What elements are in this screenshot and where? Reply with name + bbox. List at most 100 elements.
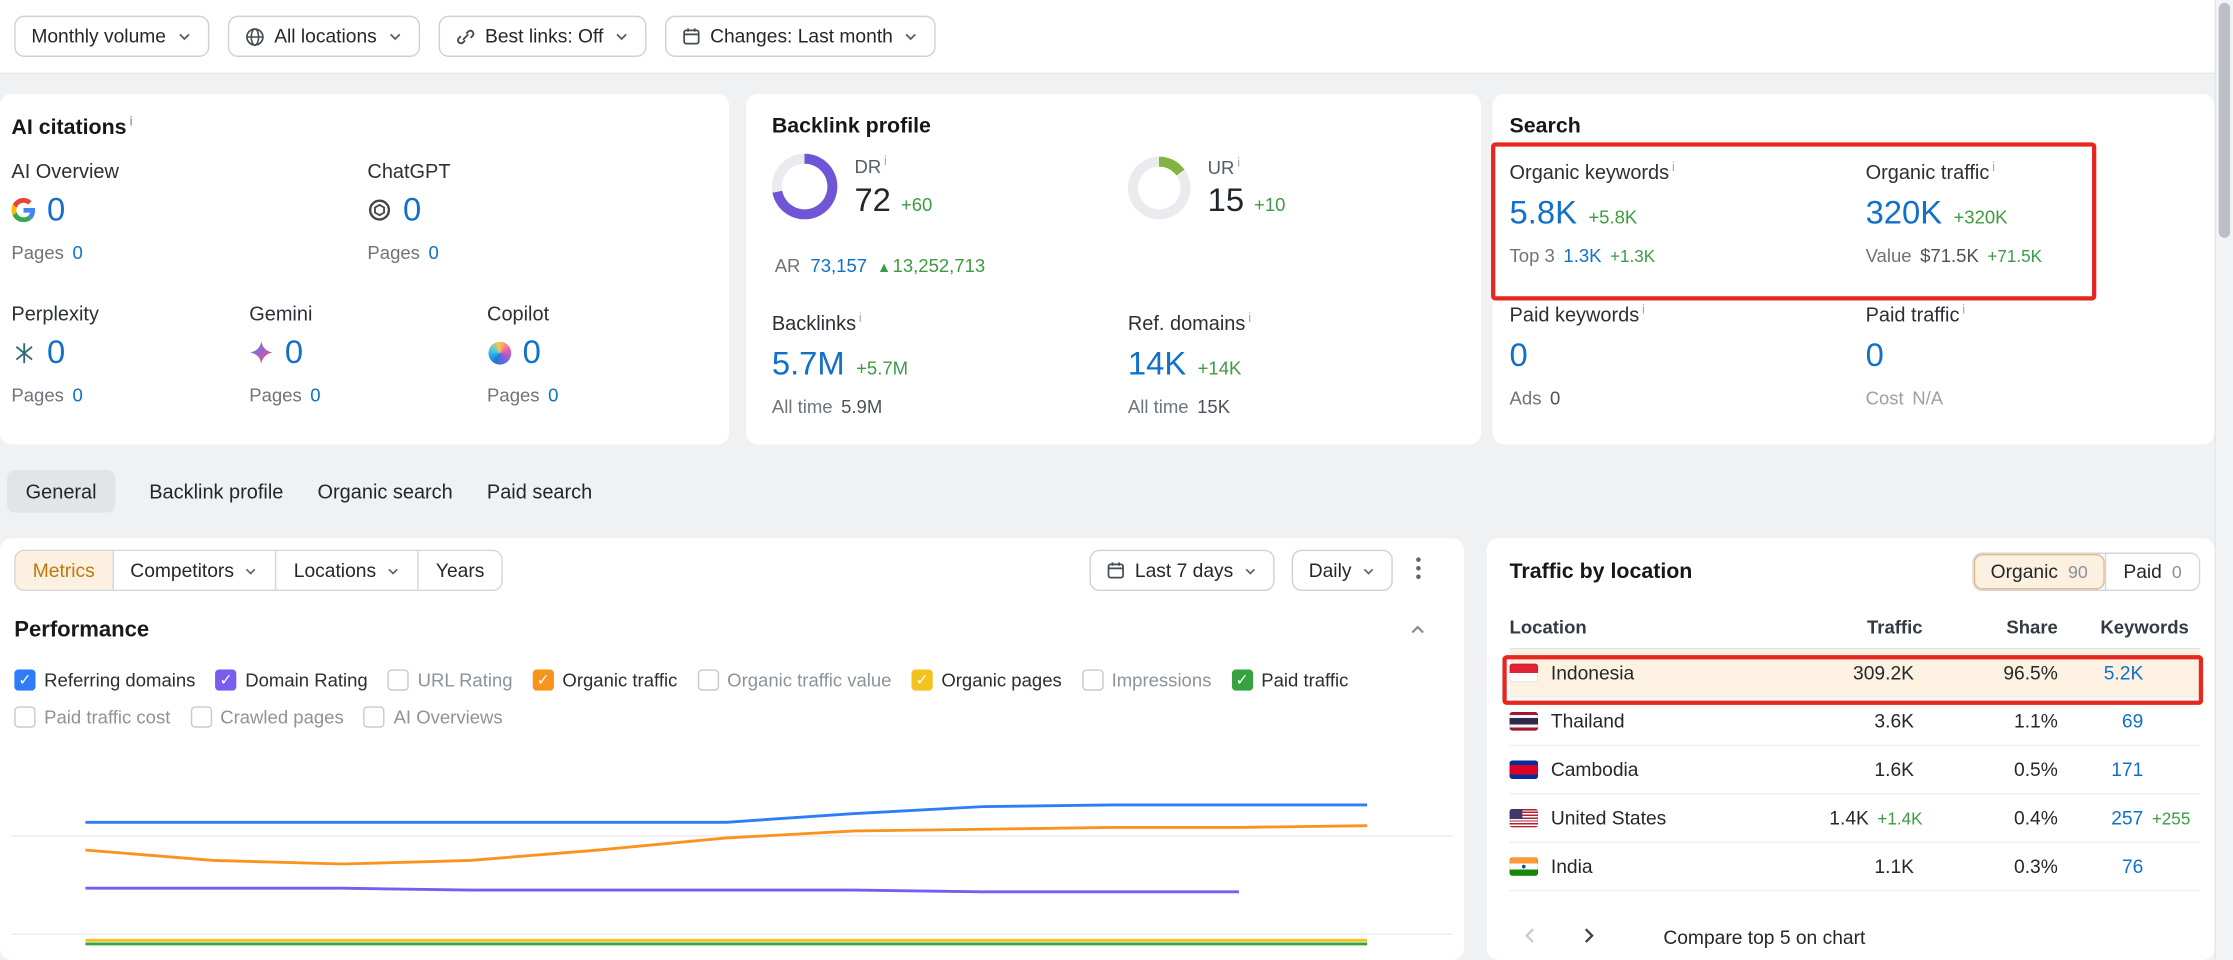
ai-citations-count[interactable]: 0 (47, 191, 65, 229)
ai-citation-item-ai-overview: AI Overview 0 Pages0 (11, 159, 367, 263)
tab-organic-search[interactable]: Organic search (318, 470, 453, 513)
best-links-dropdown[interactable]: Best links: Off (438, 16, 646, 57)
country-name: Cambodia (1551, 759, 1639, 780)
locations-filter-dropdown[interactable]: All locations (227, 16, 419, 57)
traffic-by-location-header: Traffic by location Organic 90 Paid 0 (1510, 553, 2201, 591)
table-row-cambodia[interactable]: Cambodia 1.6K 0.5% 171 (1510, 746, 2201, 794)
metric-checkbox-url-rating[interactable]: URL Rating (388, 669, 513, 690)
metric-checkbox-paid-traffic-cost[interactable]: Paid traffic cost (14, 706, 170, 727)
table-row-india[interactable]: India 1.1K 0.3% 76 (1510, 843, 2201, 891)
ref-domains-delta: +14K (1198, 357, 1242, 378)
table-row-united-states[interactable]: United States 1.4K+1.4K 0.4% 257+255 (1510, 795, 2201, 843)
ur-delta: +10 (1254, 194, 1285, 215)
metrics-tab[interactable]: Metrics (16, 551, 112, 589)
pages-count[interactable]: 0 (72, 242, 82, 263)
locations-dropdown[interactable]: Locations (275, 551, 417, 589)
country-name: India (1551, 856, 1593, 877)
ref-domains-stat: Ref. domainsi 14K+14K All time15K (1128, 310, 1470, 416)
metric-toggles: Referring domains Domain Rating URL Rati… (14, 669, 1444, 743)
tab-general[interactable]: General (7, 470, 115, 513)
ai-citations-count[interactable]: 0 (523, 333, 541, 371)
backlink-profile-title: Backlink profile (772, 114, 931, 138)
column-header-share[interactable]: Share (1923, 617, 2058, 638)
ai-source-label: Gemini (249, 302, 487, 325)
more-options-button[interactable] (1410, 551, 1427, 589)
tab-backlink-profile[interactable]: Backlink profile (149, 470, 283, 513)
paid-traffic-value[interactable]: 0 (1866, 336, 1884, 374)
ai-citations-count[interactable]: 0 (403, 191, 421, 229)
ar-value[interactable]: 73,157 (810, 255, 867, 276)
chart-view-controls: Metrics Competitors Locations Years (14, 550, 503, 591)
traffic-value: 3.6K (1874, 711, 1914, 732)
monthly-volume-dropdown[interactable]: Monthly volume (14, 16, 208, 57)
table-row-indonesia[interactable]: Indonesia 309.2K 96.5% 5.2K (1510, 649, 2201, 697)
metric-checkbox-organic-pages[interactable]: Organic pages (911, 669, 1061, 690)
url-rating-donut (1128, 156, 1191, 219)
tab-paid-search[interactable]: Paid search (487, 470, 592, 513)
granularity-dropdown[interactable]: Daily (1292, 550, 1393, 591)
collapse-section-button[interactable] (1408, 621, 1427, 644)
column-header-traffic[interactable]: Traffic (1737, 617, 1922, 638)
column-header-keywords[interactable]: Keywords (2058, 617, 2200, 638)
metric-checkbox-impressions[interactable]: Impressions (1082, 669, 1212, 690)
info-icon: i (1237, 155, 1240, 169)
metric-checkbox-ai-overviews[interactable]: AI Overviews (364, 706, 503, 727)
organic-keywords-value[interactable]: 5.8K (1510, 193, 1577, 231)
paid-keywords-value[interactable]: 0 (1510, 336, 1528, 374)
share-value: 96.5% (1923, 662, 2058, 683)
pages-count[interactable]: 0 (72, 385, 82, 406)
ar-delta: ▲13,252,713 (877, 255, 985, 276)
ai-source-label: ChatGPT (367, 159, 723, 182)
organic-traffic-label: Organic traffici (1866, 159, 2208, 183)
years-tab[interactable]: Years (417, 551, 501, 589)
domain-rating-donut (772, 154, 838, 220)
all-time-value: 5.9M (841, 395, 882, 416)
backlink-profile-card: Backlink profile DRi 72+60 URi 15+10 AR … (746, 94, 1481, 444)
backlinks-stat: Backlinksi 5.7M+5.7M All time5.9M (772, 310, 1114, 416)
metric-checkbox-referring-domains[interactable]: Referring domains (14, 669, 195, 690)
globe-icon (244, 26, 264, 46)
scrollbar-thumb[interactable] (2219, 3, 2230, 238)
performance-chart[interactable] (0, 760, 1464, 959)
us-flag-icon (1510, 809, 1538, 828)
ai-citations-count[interactable]: 0 (285, 333, 303, 371)
keywords-link[interactable]: 257 (2086, 807, 2143, 828)
ai-citations-count[interactable]: 0 (47, 333, 65, 371)
pages-count[interactable]: 0 (548, 385, 558, 406)
checkbox-icon (388, 669, 409, 690)
column-header-location[interactable]: Location (1510, 617, 1738, 638)
metric-checkbox-crawled-pages[interactable]: Crawled pages (190, 706, 343, 727)
compare-top5-link[interactable]: Compare top 5 on chart (1663, 927, 1865, 948)
pages-count[interactable]: 0 (428, 242, 438, 263)
thailand-flag-icon (1510, 712, 1538, 731)
previous-page-button[interactable] (1510, 920, 1553, 956)
metric-label: Referring domains (44, 669, 195, 690)
competitors-dropdown[interactable]: Competitors (112, 551, 275, 589)
metric-checkbox-organic-traffic[interactable]: Organic traffic (533, 669, 678, 690)
metric-checkbox-paid-traffic[interactable]: Paid traffic (1231, 669, 1348, 690)
checkbox-icon (14, 669, 35, 690)
info-icon: i (129, 114, 133, 128)
pages-count[interactable]: 0 (310, 385, 320, 406)
keywords-link[interactable]: 171 (2086, 759, 2143, 780)
organic-toggle-button[interactable]: Organic 90 (1974, 554, 2105, 590)
share-value: 0.3% (1923, 856, 2058, 877)
table-row-thailand[interactable]: Thailand 3.6K 1.1% 69 (1510, 698, 2201, 746)
date-range-dropdown[interactable]: Last 7 days (1089, 550, 1274, 591)
top3-value[interactable]: 1.3K (1563, 244, 1601, 265)
changes-period-dropdown[interactable]: Changes: Last month (665, 16, 936, 57)
organic-traffic-delta: +320K (1953, 206, 2007, 227)
keywords-link[interactable]: 5.2K (2086, 662, 2143, 683)
keywords-link[interactable]: 76 (2086, 856, 2143, 877)
organic-traffic-stat: Organic traffici 320K+320K Value$71.5K+7… (1866, 159, 2208, 265)
metric-checkbox-organic-traffic-value[interactable]: Organic traffic value (697, 669, 891, 690)
cost-label: Cost (1866, 387, 1904, 408)
vertical-scrollbar[interactable] (2214, 0, 2233, 960)
ref-domains-value[interactable]: 14K (1128, 344, 1186, 382)
organic-traffic-value[interactable]: 320K (1866, 193, 1943, 231)
next-page-button[interactable] (1567, 920, 1610, 956)
metric-checkbox-domain-rating[interactable]: Domain Rating (215, 669, 367, 690)
keywords-link[interactable]: 69 (2086, 711, 2143, 732)
backlinks-value[interactable]: 5.7M (772, 344, 845, 382)
paid-toggle-button[interactable]: Paid 0 (2105, 554, 2199, 590)
